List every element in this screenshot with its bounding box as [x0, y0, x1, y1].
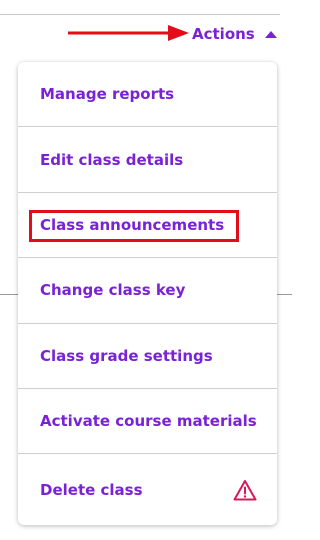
menu-item-label: Change class key: [40, 281, 186, 300]
menu-item-activate-course-materials[interactable]: Activate course materials: [18, 389, 277, 455]
menu-item-label: Class grade settings: [40, 346, 213, 365]
background-divider-right: [276, 294, 292, 295]
menu-item-delete-class[interactable]: Delete class: [18, 454, 277, 525]
menu-item-label: Edit class details: [40, 150, 184, 169]
menu-item-class-announcements[interactable]: Class announcements: [18, 193, 277, 259]
red-arrow-icon: [68, 25, 189, 41]
top-divider: [0, 14, 280, 15]
actions-button[interactable]: Actions: [192, 22, 277, 46]
menu-item-label: Delete class: [40, 480, 143, 499]
page: Actions Manage reports Edit class detail…: [0, 0, 292, 540]
menu-item-label: Manage reports: [40, 85, 175, 104]
menu-item-edit-class-details[interactable]: Edit class details: [18, 127, 277, 193]
actions-menu: Manage reports Edit class details Class …: [18, 62, 277, 525]
menu-item-class-grade-settings[interactable]: Class grade settings: [18, 324, 277, 389]
menu-item-manage-reports[interactable]: Manage reports: [18, 62, 277, 128]
menu-item-label: Class announcements: [40, 215, 225, 234]
actions-label: Actions: [192, 25, 255, 43]
caret-up-icon: [264, 30, 277, 38]
background-divider-left: [0, 294, 20, 295]
menu-item-label: Activate course materials: [40, 412, 257, 431]
menu-item-change-class-key[interactable]: Change class key: [18, 258, 277, 324]
warning-triangle-icon: [233, 479, 257, 501]
